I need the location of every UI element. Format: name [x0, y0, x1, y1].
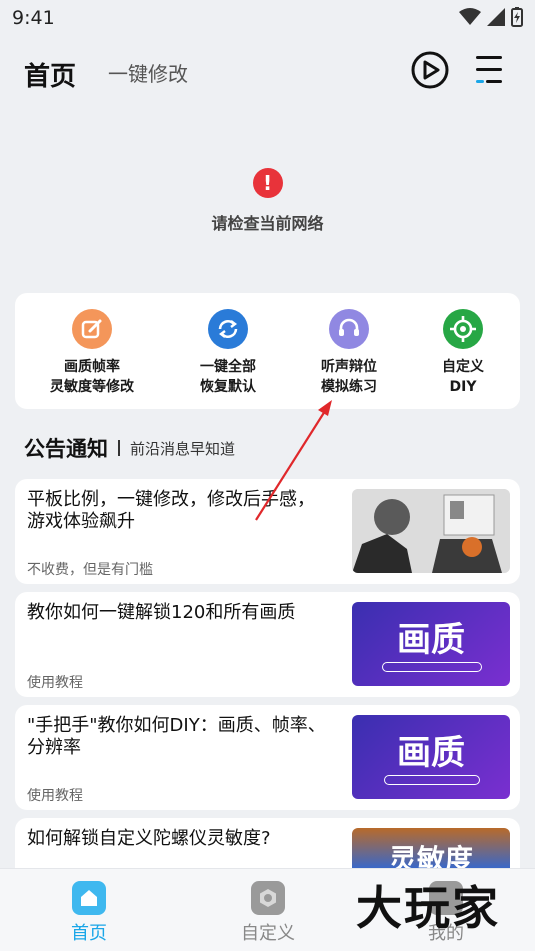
article-thumbnail: [352, 489, 510, 573]
status-time: 9:41: [12, 7, 55, 29]
feature-card: 画质帧率灵敏度等修改 一键全部恢复默认 听声辩位模拟练习 自定义 DIY: [15, 293, 520, 409]
network-error: ! 请检查当前网络: [0, 160, 535, 234]
article-title: 如何解锁自定义陀螺仪灵敏度?: [27, 828, 271, 849]
menu-icon[interactable]: [474, 52, 504, 88]
article-title: 平板比例，一键修改，修改后手感，游戏体验飙升: [27, 489, 315, 532]
feature-label-line2: DIY: [449, 379, 477, 395]
divider: [118, 440, 120, 456]
feature-label-line1: 画质帧率: [64, 359, 120, 375]
article-tag: 使用教程: [27, 675, 83, 691]
network-error-message: 请检查当前网络: [211, 214, 324, 233]
refresh-icon: [208, 309, 248, 349]
nav-label: 首页: [71, 923, 107, 944]
nav-home[interactable]: 首页: [49, 881, 129, 945]
crosshair-icon: [443, 309, 483, 349]
nav-label: 自定义: [241, 923, 295, 944]
article-card[interactable]: 教你如何一键解锁120和所有画质 使用教程 画质: [15, 592, 520, 697]
article-tag: 不收费，但是有门槛: [27, 562, 153, 578]
article-tag: 使用教程: [27, 788, 83, 804]
nav-custom[interactable]: 自定义: [228, 881, 308, 945]
notice-header: 公告通知 前沿消息早知道: [24, 433, 235, 463]
one-click-modify-tab[interactable]: 一键修改: [108, 58, 188, 87]
thumbnail-caption-bar: [384, 775, 480, 785]
error-icon: !: [252, 168, 283, 198]
play-icon[interactable]: [410, 50, 450, 90]
article-title: "手把手"教你如何DIY：画质、帧率、分辨率: [27, 715, 326, 758]
notice-title: 公告通知: [24, 437, 108, 461]
feature-label-line1: 听声辩位: [321, 359, 377, 375]
wifi-icon: [459, 8, 481, 25]
article-thumbnail: 画质: [352, 715, 510, 799]
feature-label-line2: 灵敏度等修改: [50, 379, 134, 395]
edit-icon: [72, 309, 112, 349]
thumbnail-title: 画质: [397, 733, 465, 773]
article-thumbnail: 画质: [352, 602, 510, 686]
feature-label-line2: 恢复默认: [200, 379, 256, 395]
custom-icon: [251, 881, 285, 915]
article-card[interactable]: 平板比例，一键修改，修改后手感，游戏体验飙升 不收费，但是有门槛: [15, 479, 520, 584]
signal-icon: [487, 8, 505, 26]
article-card[interactable]: 如何解锁自定义陀螺仪灵敏度? 灵敏度: [15, 818, 520, 868]
thumbnail-title: 灵敏度: [388, 843, 473, 868]
page-title: 首页: [24, 62, 77, 92]
feature-custom-diy[interactable]: 自定义 DIY: [403, 309, 523, 397]
status-icons: [459, 7, 523, 27]
article-title: 教你如何一键解锁120和所有画质: [27, 602, 296, 623]
feature-label-line1: 自定义: [442, 359, 484, 375]
header: 首页 一键修改: [0, 44, 535, 100]
battery-icon: [511, 7, 523, 27]
feature-restore-default[interactable]: 一键全部 恢复默认: [168, 309, 288, 397]
thumbnail-title: 画质: [397, 620, 465, 660]
feature-sound-practice[interactable]: 听声辩位 模拟练习: [289, 309, 409, 397]
feature-label-line1: 一键全部: [200, 359, 256, 375]
status-bar: 9:41: [0, 0, 535, 36]
thumbnail-caption-bar: [382, 662, 482, 672]
home-icon: [72, 881, 106, 915]
article-thumbnail: 灵敏度: [352, 828, 510, 868]
watermark: 大玩家: [356, 881, 500, 935]
feature-label-line2: 模拟练习: [321, 379, 377, 395]
notice-subtitle: 前沿消息早知道: [130, 439, 236, 458]
article-card[interactable]: "手把手"教你如何DIY：画质、帧率、分辨率 使用教程 画质: [15, 705, 520, 810]
feature-quality-fps[interactable]: 画质帧率灵敏度等修改: [32, 309, 152, 397]
headset-icon: [329, 309, 369, 349]
